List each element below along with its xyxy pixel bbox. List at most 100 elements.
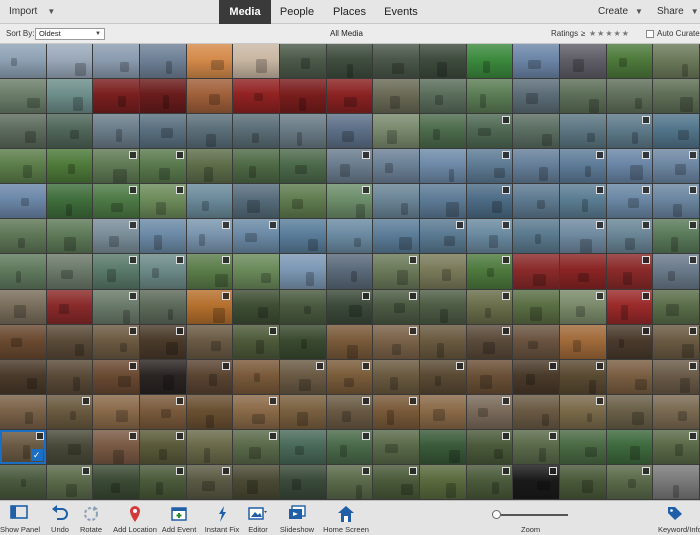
- tab-people[interactable]: People: [271, 0, 323, 24]
- photo-thumbnail[interactable]: [466, 394, 513, 429]
- photo-thumbnail[interactable]: [373, 114, 419, 149]
- photo-thumbnail[interactable]: [93, 44, 139, 79]
- photo-thumbnail[interactable]: [653, 289, 699, 324]
- photo-thumbnail[interactable]: [560, 114, 606, 149]
- photo-thumbnail[interactable]: [0, 464, 46, 499]
- photo-thumbnail[interactable]: [513, 254, 559, 289]
- photo-thumbnail[interactable]: [326, 79, 373, 114]
- photo-thumbnail[interactable]: [280, 254, 326, 289]
- photo-thumbnail[interactable]: [466, 254, 513, 289]
- tab-media[interactable]: Media: [219, 0, 271, 24]
- photo-thumbnail[interactable]: [466, 44, 513, 79]
- photo-thumbnail[interactable]: [560, 79, 606, 114]
- photo-thumbnail[interactable]: [46, 219, 93, 254]
- photo-thumbnail[interactable]: [280, 149, 326, 184]
- photo-thumbnail[interactable]: [513, 429, 559, 464]
- photo-thumbnail[interactable]: [653, 114, 699, 149]
- photo-thumbnail[interactable]: [606, 149, 653, 184]
- photo-thumbnail[interactable]: [653, 464, 699, 499]
- add-location-button[interactable]: Add Location: [110, 501, 160, 535]
- photo-thumbnail[interactable]: [140, 289, 186, 324]
- photo-thumbnail[interactable]: [560, 44, 606, 79]
- photo-thumbnail[interactable]: [280, 219, 326, 254]
- photo-thumbnail[interactable]: [93, 289, 139, 324]
- photo-thumbnail[interactable]: [560, 359, 606, 394]
- photo-thumbnail[interactable]: [186, 464, 233, 499]
- photo-thumbnail[interactable]: [420, 184, 466, 219]
- photo-thumbnail[interactable]: [606, 324, 653, 359]
- photo-thumbnail[interactable]: [0, 114, 46, 149]
- photo-thumbnail[interactable]: [326, 324, 373, 359]
- slideshow-button[interactable]: Slideshow: [278, 501, 316, 535]
- photo-thumbnail[interactable]: [46, 289, 93, 324]
- photo-thumbnail[interactable]: [466, 429, 513, 464]
- photo-thumbnail[interactable]: [93, 429, 139, 464]
- photo-thumbnail[interactable]: [233, 114, 279, 149]
- photo-thumbnail[interactable]: [653, 219, 699, 254]
- photo-thumbnail[interactable]: [326, 429, 373, 464]
- photo-thumbnail[interactable]: [466, 324, 513, 359]
- photo-thumbnail[interactable]: [653, 324, 699, 359]
- photo-thumbnail[interactable]: [560, 464, 606, 499]
- photo-thumbnail[interactable]: [46, 464, 93, 499]
- photo-thumbnail[interactable]: [280, 324, 326, 359]
- photo-thumbnail[interactable]: [420, 394, 466, 429]
- photo-thumbnail[interactable]: [326, 394, 373, 429]
- photo-thumbnail[interactable]: [373, 324, 419, 359]
- zoom-slider-track[interactable]: [496, 514, 568, 516]
- photo-thumbnail[interactable]: [233, 359, 279, 394]
- photo-thumbnail[interactable]: [513, 394, 559, 429]
- photo-thumbnail[interactable]: [93, 149, 139, 184]
- photo-thumbnail[interactable]: [46, 429, 93, 464]
- photo-thumbnail[interactable]: [140, 394, 186, 429]
- photo-thumbnail[interactable]: [140, 219, 186, 254]
- photo-thumbnail[interactable]: [186, 44, 233, 79]
- photo-thumbnail[interactable]: [653, 149, 699, 184]
- photo-thumbnail[interactable]: [140, 359, 186, 394]
- photo-thumbnail[interactable]: [373, 79, 419, 114]
- photo-thumbnail[interactable]: [326, 114, 373, 149]
- photo-thumbnail[interactable]: [373, 254, 419, 289]
- photo-thumbnail[interactable]: [326, 149, 373, 184]
- photo-thumbnail[interactable]: [233, 44, 279, 79]
- photo-thumbnail[interactable]: [513, 149, 559, 184]
- photo-thumbnail[interactable]: [420, 289, 466, 324]
- photo-thumbnail[interactable]: [326, 219, 373, 254]
- photo-thumbnail[interactable]: [140, 464, 186, 499]
- photo-thumbnail[interactable]: [140, 324, 186, 359]
- photo-thumbnail[interactable]: [373, 464, 419, 499]
- photo-thumbnail[interactable]: [560, 219, 606, 254]
- photo-thumbnail[interactable]: [466, 79, 513, 114]
- photo-thumbnail[interactable]: [280, 114, 326, 149]
- photo-thumbnail[interactable]: [233, 79, 279, 114]
- photo-thumbnail[interactable]: [420, 114, 466, 149]
- photo-thumbnail[interactable]: [93, 359, 139, 394]
- photo-thumbnail[interactable]: [560, 184, 606, 219]
- photo-thumbnail[interactable]: [93, 219, 139, 254]
- photo-thumbnail[interactable]: [606, 219, 653, 254]
- photo-thumbnail[interactable]: [46, 79, 93, 114]
- ratings-operator[interactable]: ≥: [581, 24, 585, 44]
- photo-thumbnail[interactable]: [0, 254, 46, 289]
- photo-thumbnail[interactable]: [420, 219, 466, 254]
- photo-thumbnail[interactable]: [420, 254, 466, 289]
- photo-thumbnail[interactable]: [233, 324, 279, 359]
- photo-thumbnail[interactable]: [420, 429, 466, 464]
- photo-thumbnail[interactable]: [46, 359, 93, 394]
- photo-thumbnail[interactable]: [233, 149, 279, 184]
- photo-thumbnail[interactable]: [233, 464, 279, 499]
- photo-thumbnail[interactable]: [93, 79, 139, 114]
- photo-thumbnail[interactable]: [140, 184, 186, 219]
- photo-thumbnail[interactable]: [466, 184, 513, 219]
- photo-thumbnail[interactable]: [0, 359, 46, 394]
- photo-thumbnail[interactable]: [46, 184, 93, 219]
- photo-thumbnail[interactable]: [140, 44, 186, 79]
- photo-thumbnail[interactable]: [46, 44, 93, 79]
- photo-thumbnail[interactable]: [420, 79, 466, 114]
- photo-thumbnail[interactable]: [93, 324, 139, 359]
- photo-thumbnail[interactable]: [420, 149, 466, 184]
- photo-thumbnail[interactable]: [560, 149, 606, 184]
- photo-thumbnail[interactable]: [420, 464, 466, 499]
- photo-thumbnail[interactable]: [466, 114, 513, 149]
- keyword-info-button[interactable]: Keyword/Info: [650, 501, 700, 535]
